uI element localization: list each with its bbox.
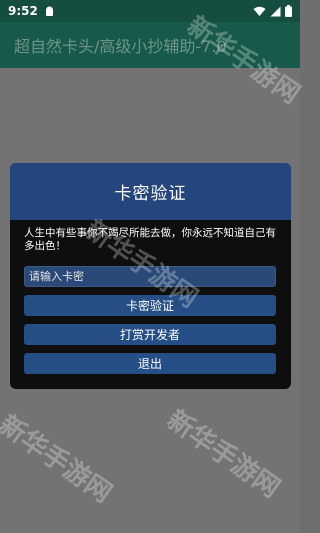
card-code-dialog: 卡密验证 人生中有些事你不竭尽所能去做，你永远不知道自己有多出色！ 卡密验证 打… xyxy=(10,163,291,389)
exit-button[interactable]: 退出 xyxy=(24,353,276,374)
dialog-header: 卡密验证 xyxy=(10,163,291,220)
tip-developer-button[interactable]: 打赏开发者 xyxy=(24,324,276,345)
app-title: 超自然卡头/高级小抄辅助-7.0 xyxy=(14,37,227,56)
dialog-title: 卡密验证 xyxy=(114,184,187,204)
status-bar: 9:52 xyxy=(0,0,300,22)
app-bar: 超自然卡头/高级小抄辅助-7.0 xyxy=(0,22,300,68)
signal-icon xyxy=(270,6,281,17)
dialog-message: 人生中有些事你不竭尽所能去做，你永远不知道自己有多出色！ xyxy=(24,227,276,252)
android-logo-icon xyxy=(44,6,55,17)
status-right xyxy=(253,5,292,17)
verify-button[interactable]: 卡密验证 xyxy=(24,295,276,316)
status-left: 9:52 xyxy=(8,4,55,18)
card-code-input[interactable] xyxy=(24,266,276,287)
battery-icon xyxy=(285,5,292,17)
wifi-icon xyxy=(253,6,266,17)
status-time: 9:52 xyxy=(8,4,38,18)
